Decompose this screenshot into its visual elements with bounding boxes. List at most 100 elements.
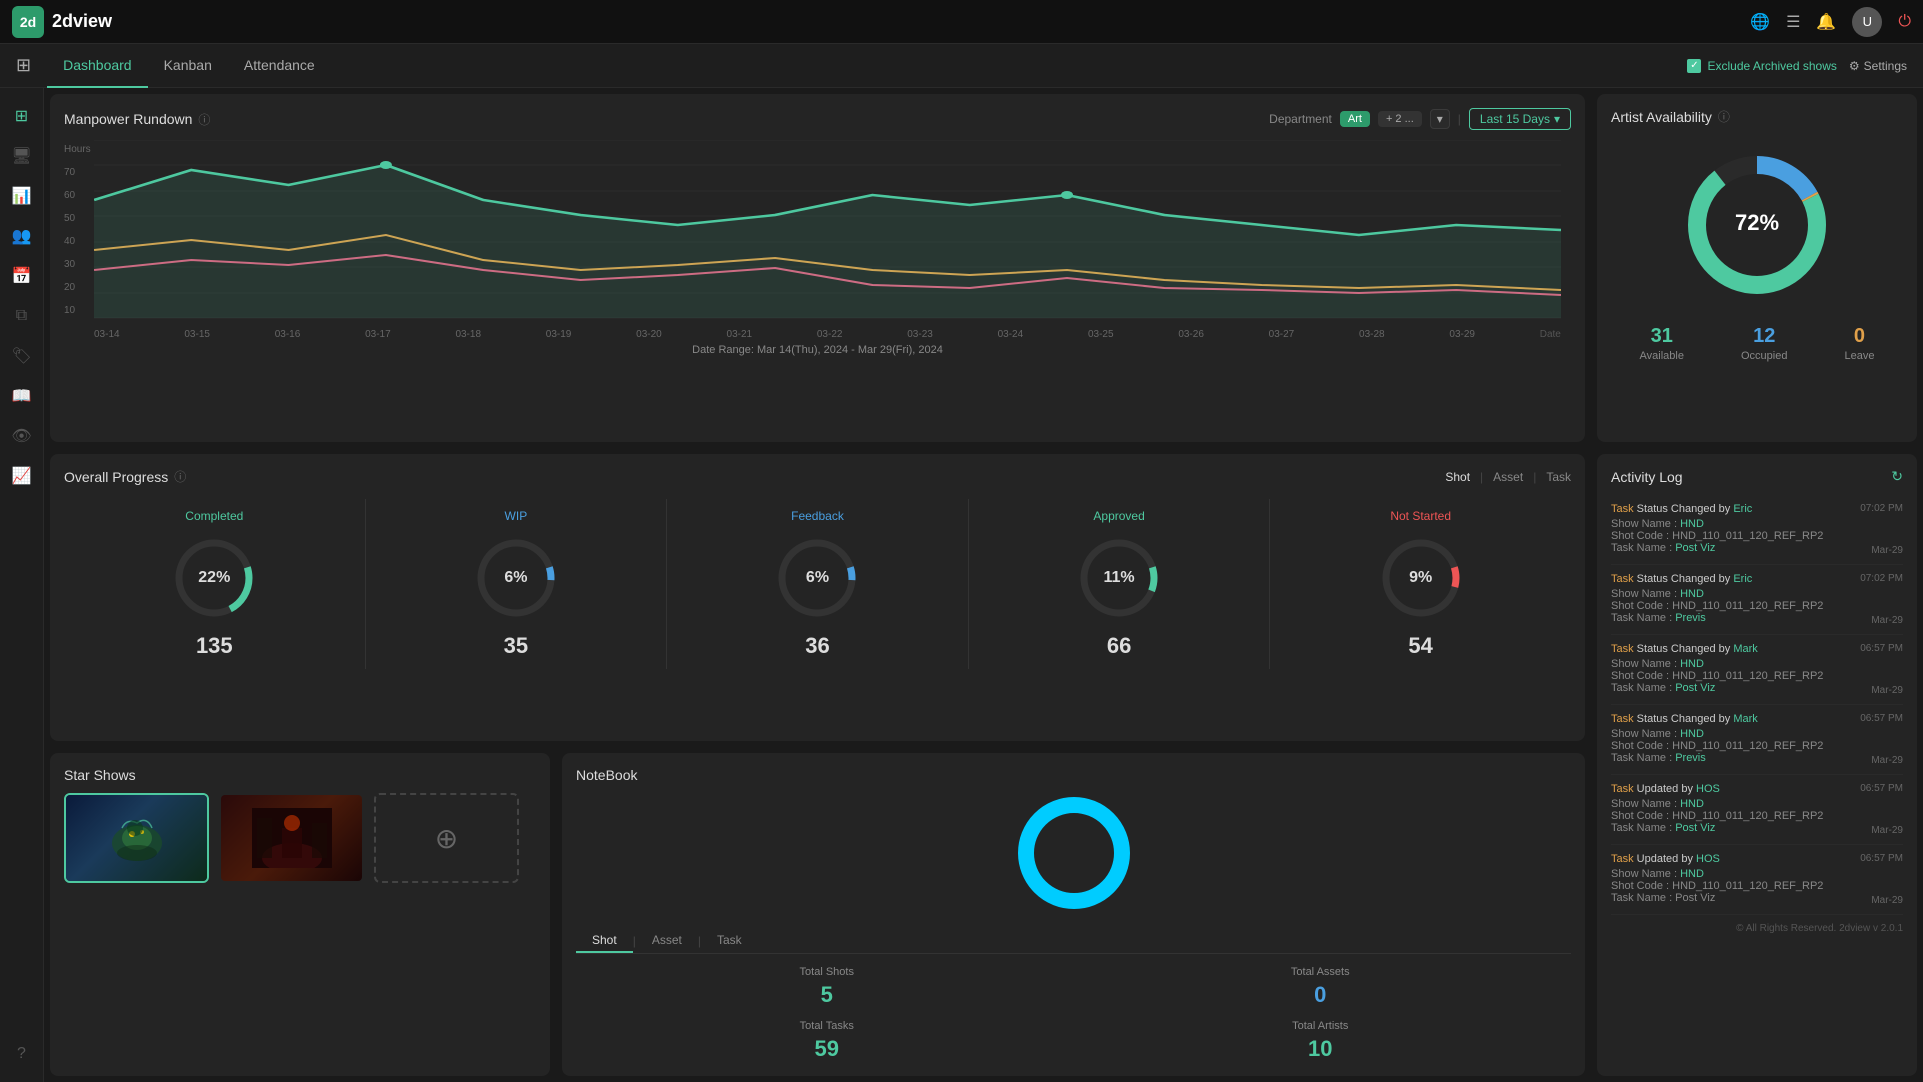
sidebar-toggle[interactable]: ⊞: [16, 55, 31, 76]
chart-area: Hours 70 60 50 40 30 20 10: [64, 140, 1571, 340]
chart-inner: [94, 140, 1561, 320]
sidebar-item-users[interactable]: 👥: [6, 220, 38, 252]
activity-date-5: Mar-29: [1871, 825, 1903, 836]
menu-icon[interactable]: ☰: [1786, 12, 1800, 32]
nav-dashboard[interactable]: Dashboard: [47, 44, 148, 88]
sidebar-item-layers[interactable]: ⧉: [6, 300, 38, 332]
activity-detail-2: Show Name : HND: [1611, 588, 1903, 600]
available-label: Available: [1640, 350, 1684, 362]
sidebar-item-chart[interactable]: 📊: [6, 180, 38, 212]
show-image-1: [66, 795, 207, 881]
sidebar-item-calendar[interactable]: 📅: [6, 260, 38, 292]
activity-row1-2: 07:02 PM Task Status Changed by Eric: [1611, 573, 1903, 585]
ptab-task[interactable]: Task: [1546, 470, 1571, 484]
feedback-count: 36: [805, 633, 829, 659]
occupied-label: Occupied: [1741, 350, 1787, 362]
footer-copyright: © All Rights Reserved. 2dview v 2.0.1: [1611, 915, 1903, 934]
activity-task-5: Task Name : Post Viz: [1611, 822, 1715, 836]
left-content: Overall Progress ⓘ Shot | Asset | Task: [44, 448, 1591, 1082]
dept-dropdown[interactable]: ▾: [1430, 109, 1450, 129]
add-icon: ⊕: [435, 822, 458, 855]
y-label-hours: Hours: [64, 144, 94, 155]
notebook-donut: [576, 793, 1571, 913]
refresh-icon[interactable]: ↻: [1891, 468, 1903, 485]
total-assets-value: 0: [1080, 982, 1562, 1008]
total-tasks-stat: Total Tasks 59: [586, 1020, 1068, 1062]
feedback-percent: 6%: [806, 569, 829, 587]
dept-tag[interactable]: Art: [1340, 111, 1370, 127]
nav-kanban[interactable]: Kanban: [148, 44, 228, 88]
divider: |: [1458, 112, 1461, 126]
total-artists-value: 10: [1080, 1036, 1562, 1062]
activity-row1-3: 06:57 PM Task Status Changed by Mark: [1611, 643, 1903, 655]
manpower-info-icon[interactable]: ⓘ: [198, 111, 210, 128]
sidebar-item-eye[interactable]: 👁: [6, 420, 38, 452]
notebook-panel: NoteBook Shot | Asset | Tas: [562, 753, 1585, 1076]
sidebar-item-barchart[interactable]: 📈: [6, 460, 38, 492]
star-shows-panel: Star Shows: [50, 753, 550, 1076]
sidebar-item-tag[interactable]: 🏷: [6, 340, 38, 372]
notstarted-percent: 9%: [1409, 569, 1432, 587]
activity-detail-3: Show Name : HND: [1611, 658, 1903, 670]
manpower-title: Manpower Rundown ⓘ: [64, 111, 210, 128]
progress-item-feedback: Feedback 6% 36: [667, 499, 969, 669]
total-tasks-label: Total Tasks: [586, 1020, 1068, 1032]
ptab-asset[interactable]: Asset: [1493, 470, 1523, 484]
date-range-display: Date Range: Mar 14(Thu), 2024 - Mar 29(F…: [64, 344, 1571, 356]
activity-time-5: 06:57 PM: [1860, 783, 1903, 794]
activity-title: Activity Log: [1611, 469, 1683, 485]
ntab-shot[interactable]: Shot: [576, 929, 633, 953]
exclude-shows[interactable]: ✓ Exclude Archived shows: [1687, 59, 1836, 73]
manpower-panel: Manpower Rundown ⓘ Department Art + 2 ..…: [50, 94, 1585, 442]
progress-items: Completed 22% 135: [64, 499, 1571, 669]
date-range-button[interactable]: Last 15 Days ▾: [1469, 108, 1571, 130]
progress-header: Overall Progress ⓘ Shot | Asset | Task: [64, 468, 1571, 485]
total-assets-stat: Total Assets 0: [1080, 966, 1562, 1008]
activity-item-6: 06:57 PM Task Updated by HOS Show Name :…: [1611, 845, 1903, 915]
approved-label: Approved: [1093, 509, 1144, 523]
sidebar-item-grid[interactable]: ⊞: [6, 100, 38, 132]
ntab-asset[interactable]: Asset: [636, 929, 698, 953]
artist-info-icon[interactable]: ⓘ: [1718, 108, 1730, 125]
notstarted-label: Not Started: [1390, 509, 1451, 523]
power-icon[interactable]: ⏻: [1898, 13, 1911, 31]
manpower-controls: Department Art + 2 ... ▾ | Last 15 Days …: [1269, 108, 1571, 130]
show-thumb-1[interactable]: [64, 793, 209, 883]
sidebar-item-book[interactable]: 📖: [6, 380, 38, 412]
settings-gear-icon: ⚙: [1849, 59, 1860, 73]
globe-icon[interactable]: 🌐: [1750, 12, 1770, 32]
sidebar-item-help[interactable]: ?: [6, 1038, 38, 1070]
approved-donut: 11%: [1074, 533, 1164, 623]
completed-count: 135: [196, 633, 233, 659]
avatar[interactable]: U: [1852, 7, 1882, 37]
total-tasks-value: 59: [586, 1036, 1068, 1062]
nav-attendance[interactable]: Attendance: [228, 44, 331, 88]
bell-icon[interactable]: 🔔: [1816, 12, 1836, 32]
activity-task-3: Task Name : Post Viz: [1611, 682, 1715, 696]
feedback-label: Feedback: [791, 509, 844, 523]
sidebar: ⊞ 🖥 📊 👥 📅 ⧉ 🏷 📖 👁 📈 ?: [0, 88, 44, 1082]
sidebar-item-monitor[interactable]: 🖥: [6, 140, 38, 172]
activity-item-2: 07:02 PM Task Status Changed by Eric Sho…: [1611, 565, 1903, 635]
settings-link[interactable]: ⚙ Settings: [1849, 59, 1907, 73]
topbar: 2d 2dview 🌐 ☰ 🔔 U ⏻: [0, 0, 1923, 44]
activity-footer-2: Task Name : Previs Mar-29: [1611, 612, 1903, 626]
show-thumb-2[interactable]: [219, 793, 364, 883]
progress-info-icon[interactable]: ⓘ: [174, 468, 186, 485]
activity-date-3: Mar-29: [1871, 685, 1903, 696]
artist-availability-title: Artist Availability ⓘ: [1611, 108, 1903, 125]
artist-availability-panel: Artist Availability ⓘ 72%: [1597, 94, 1917, 442]
ntab-task[interactable]: Task: [701, 929, 758, 953]
activity-row1-1: 07:02 PM Task Status Changed by Eric: [1611, 503, 1903, 515]
dept-label: Department: [1269, 112, 1332, 126]
dept-extra[interactable]: + 2 ...: [1378, 111, 1422, 127]
exclude-checkbox[interactable]: ✓: [1687, 59, 1701, 73]
activity-task-4: Task Name : Previs: [1611, 752, 1706, 766]
ptab-shot[interactable]: Shot: [1445, 470, 1470, 484]
activity-item-4: 06:57 PM Task Status Changed by Mark Sho…: [1611, 705, 1903, 775]
leave-label: Leave: [1844, 350, 1874, 362]
navbar: ⊞ Dashboard Kanban Attendance ✓ Exclude …: [0, 44, 1923, 88]
show-add-button[interactable]: ⊕: [374, 793, 519, 883]
progress-item-approved: Approved 11% 66: [969, 499, 1271, 669]
activity-detail-6: Show Name : HND: [1611, 868, 1903, 880]
